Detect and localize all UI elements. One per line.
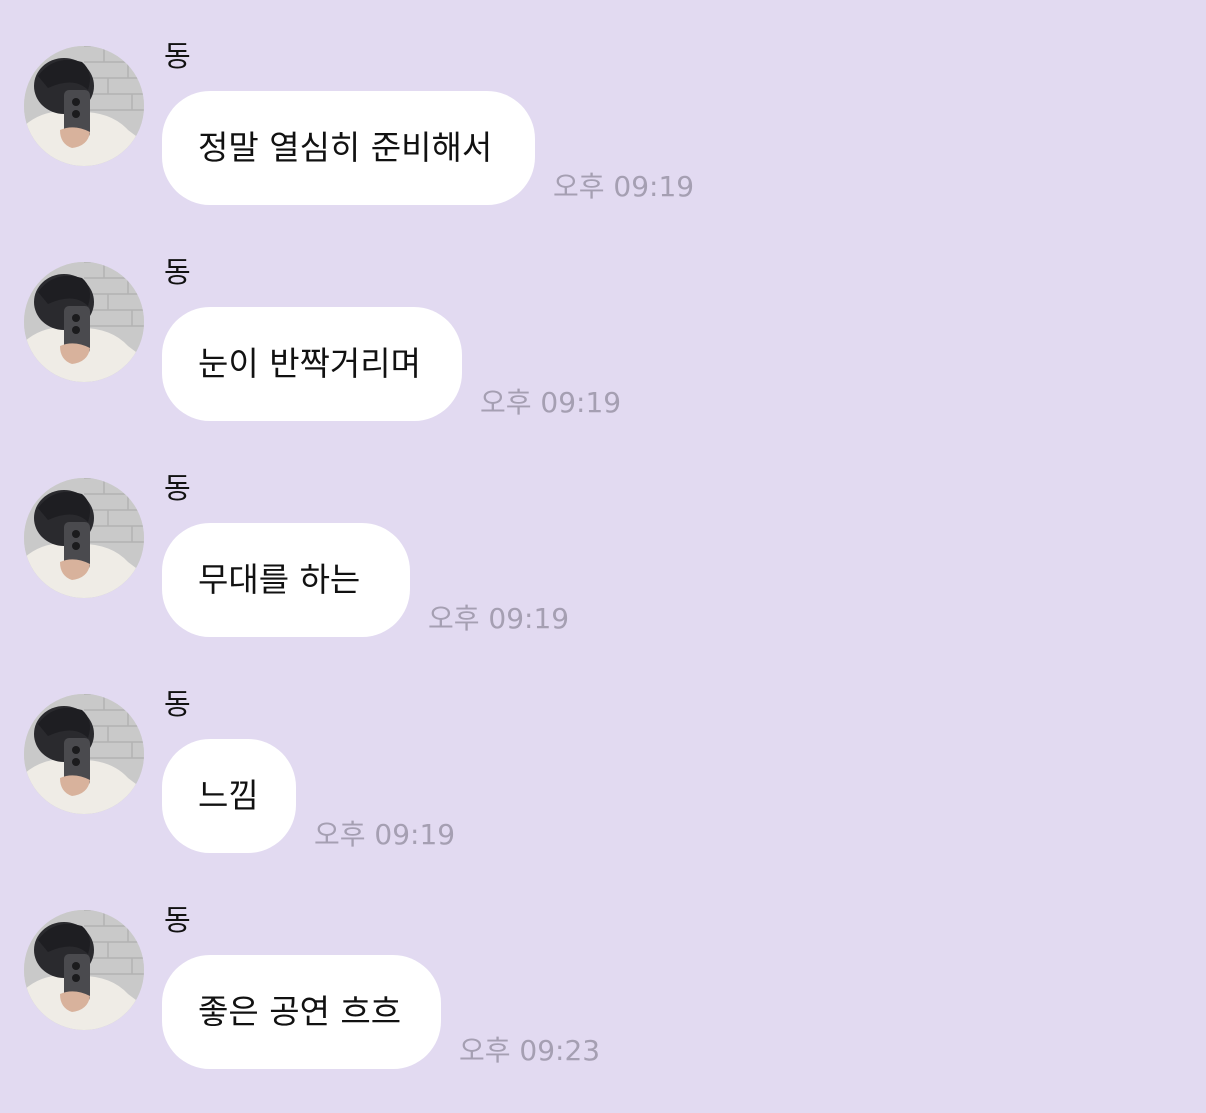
sender-name: 동 bbox=[164, 39, 191, 73]
message-text: 좋은 공연 흐흐 bbox=[198, 992, 402, 1031]
message-timestamp: 오후 09:19 bbox=[480, 386, 622, 419]
message-bubble[interactable]: 좋은 공연 흐흐 bbox=[162, 955, 441, 1069]
message-text: 정말 열심히 준비해서 bbox=[198, 128, 493, 167]
sender-name: 동 bbox=[164, 255, 191, 289]
message-bubble[interactable]: 정말 열심히 준비해서 bbox=[162, 91, 535, 205]
chat-message: 동 좋은 공연 흐흐 오후 09:23 bbox=[0, 864, 1206, 1080]
message-bubble[interactable]: 무대를 하는 bbox=[162, 523, 410, 637]
avatar[interactable] bbox=[24, 478, 144, 598]
message-timestamp: 오후 09:19 bbox=[428, 602, 570, 635]
message-timestamp: 오후 09:19 bbox=[314, 818, 456, 851]
message-timestamp: 오후 09:19 bbox=[553, 170, 695, 203]
profile-photo-icon bbox=[24, 262, 144, 382]
profile-photo-icon bbox=[24, 910, 144, 1030]
profile-photo-icon bbox=[24, 478, 144, 598]
message-text: 눈이 반짝거리며 bbox=[198, 344, 422, 383]
avatar[interactable] bbox=[24, 262, 144, 382]
profile-photo-icon bbox=[24, 694, 144, 814]
chat-message: 동 느낌 오후 09:19 bbox=[0, 648, 1206, 864]
profile-photo-icon bbox=[24, 46, 144, 166]
message-text: 느낌 bbox=[198, 776, 259, 815]
sender-name: 동 bbox=[164, 687, 191, 721]
avatar[interactable] bbox=[24, 46, 144, 166]
message-bubble[interactable]: 눈이 반짝거리며 bbox=[162, 307, 462, 421]
chat-message: 동 무대를 하는 오후 09:19 bbox=[0, 432, 1206, 648]
message-text: 무대를 하는 bbox=[198, 560, 361, 599]
avatar[interactable] bbox=[24, 694, 144, 814]
chat-message: 동 눈이 반짝거리며 오후 09:19 bbox=[0, 216, 1206, 432]
message-bubble[interactable]: 느낌 bbox=[162, 739, 296, 853]
message-timestamp: 오후 09:23 bbox=[459, 1034, 601, 1067]
chat-message: 동 정말 열심히 준비해서 오후 09:19 bbox=[0, 0, 1206, 216]
avatar[interactable] bbox=[24, 910, 144, 1030]
sender-name: 동 bbox=[164, 471, 191, 505]
sender-name: 동 bbox=[164, 903, 191, 937]
